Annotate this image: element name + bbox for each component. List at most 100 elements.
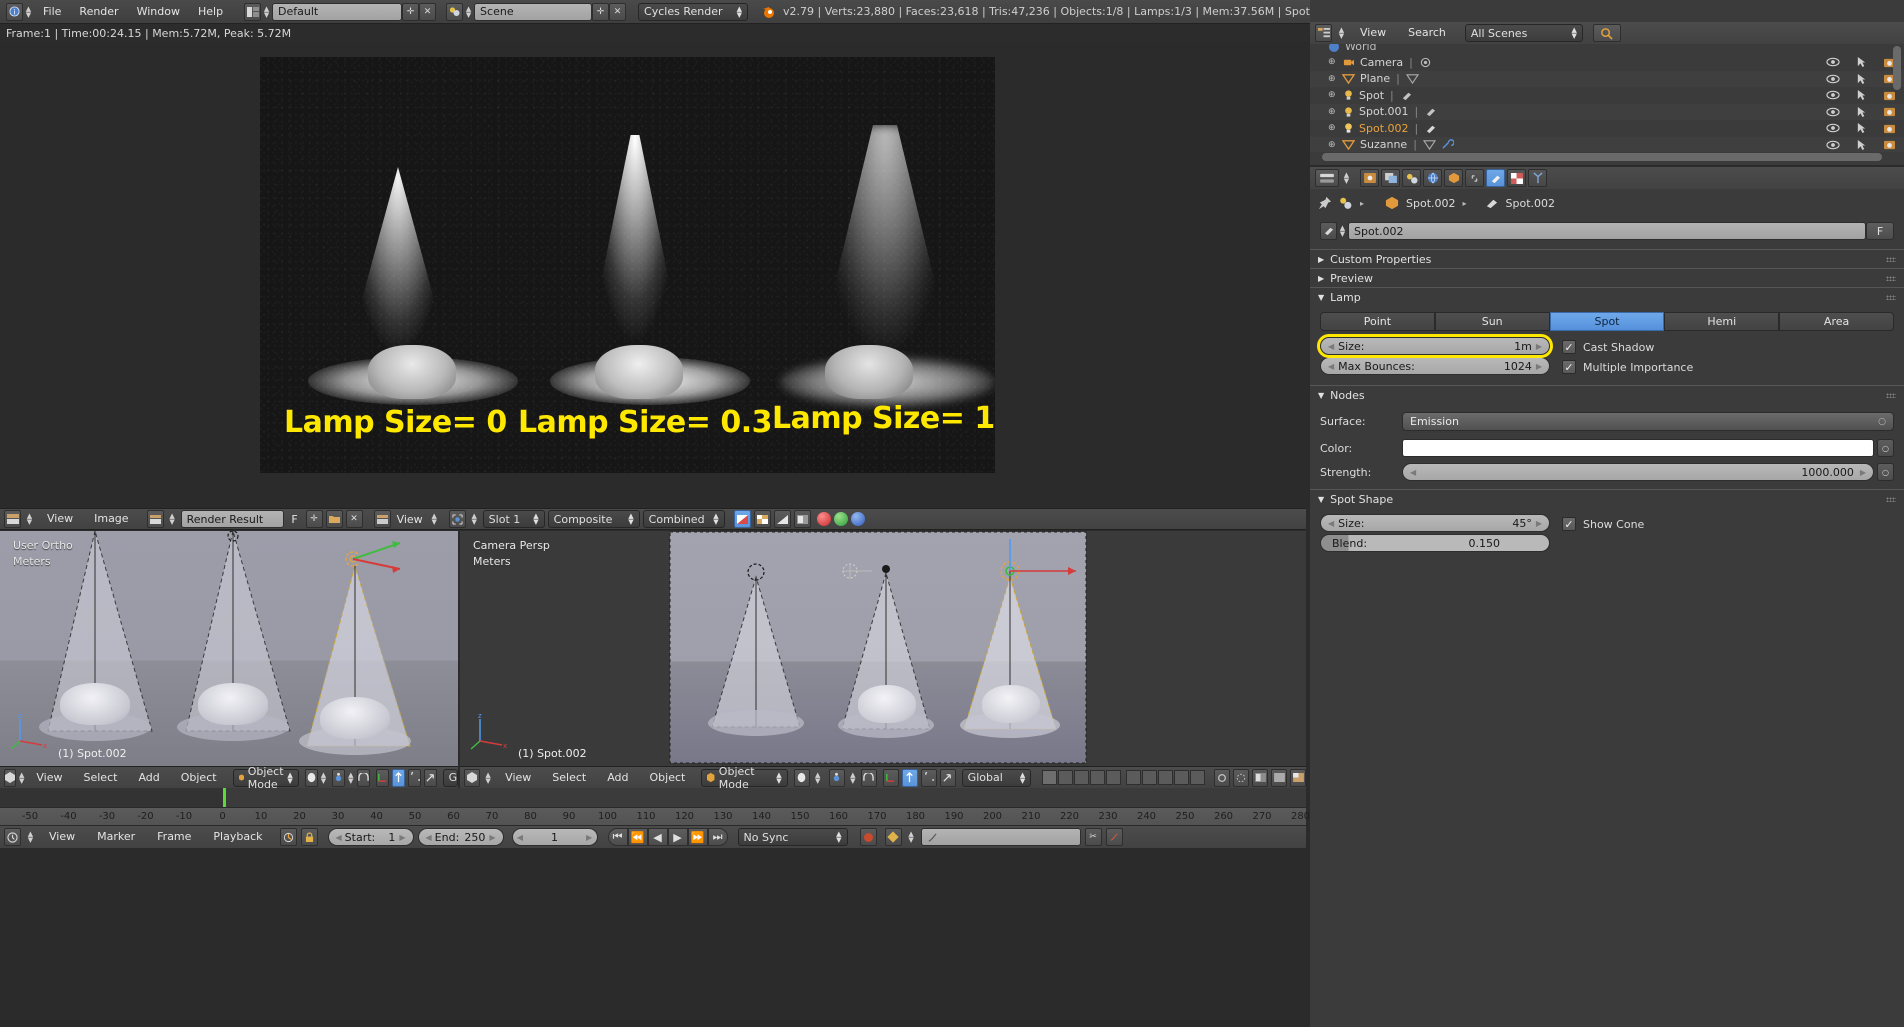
tab-render-icon[interactable] <box>1360 169 1379 187</box>
sync-mode-select[interactable]: No Sync ▲ ▼ <box>737 828 848 846</box>
image-datablock-icon[interactable] <box>146 510 164 528</box>
restrict-select-icon-6[interactable] <box>1856 139 1867 151</box>
preview-grip[interactable] <box>1886 276 1896 281</box>
vp1-shading-spinner[interactable]: ▲ ▼ <box>321 771 326 784</box>
previous-keyframe-button[interactable]: ⏪ <box>627 828 648 846</box>
restrict-render-icon-4[interactable] <box>1883 106 1896 117</box>
lock-keyframe-icon[interactable] <box>300 828 318 846</box>
outliner-vertical-scrollbar[interactable] <box>1893 46 1901 90</box>
color-swatch[interactable] <box>1402 439 1874 457</box>
outliner-row-plane[interactable]: ⊕ Plane | <box>1310 70 1904 87</box>
expand-toggle-plane[interactable]: ⊕ <box>1328 74 1336 84</box>
timeline-menu-playback[interactable]: Playback <box>204 826 271 848</box>
play-button[interactable]: ▶ <box>667 828 688 846</box>
menu-file[interactable]: File <box>34 1 70 23</box>
expand-toggle-spot-002[interactable]: ⊕ <box>1328 123 1336 133</box>
render-layer-select[interactable]: Composite ▲ ▼ <box>547 510 640 528</box>
frame-start-field[interactable]: ◀ Start: 1 ▶ <box>327 828 414 846</box>
vp2-pivot-icon[interactable] <box>828 768 845 787</box>
image-fake-user-label[interactable]: F <box>287 513 303 526</box>
render-slot-pivot-icon[interactable] <box>448 510 466 528</box>
restrict-view-icon-5[interactable] <box>1826 123 1840 133</box>
menu-window[interactable]: Window <box>128 1 189 23</box>
vp1-pivot-icon[interactable] <box>332 768 346 787</box>
cast-shadow-row[interactable]: ✓ Cast Shadow <box>1562 337 1693 357</box>
restrict-select-icon-3[interactable] <box>1856 89 1867 101</box>
outliner-row-toggles-camera[interactable] <box>1826 54 1896 71</box>
outliner-menu-search[interactable]: Search <box>1399 22 1455 44</box>
vp1-orientation-select[interactable]: Glob <box>442 768 458 787</box>
restrict-view-icon-6[interactable] <box>1826 140 1840 150</box>
editor-type-image-icon[interactable] <box>4 510 21 528</box>
unlink-image-icon[interactable]: ✕ <box>345 510 363 528</box>
panel-custom-properties[interactable]: ▶ Custom Properties <box>1310 249 1904 268</box>
outliner-row-toggles-spot[interactable] <box>1826 87 1896 104</box>
screen-layout-field[interactable]: Default <box>272 2 403 21</box>
breadcrumb-object[interactable]: Spot.002 <box>1406 197 1456 210</box>
lamp-type-sun[interactable]: Sun <box>1434 312 1550 331</box>
strength-node-link-button[interactable]: ○ <box>1877 463 1894 481</box>
cast-shadow-checkbox[interactable]: ✓ <box>1562 340 1576 354</box>
viewport-user-ortho[interactable]: User Ortho Meters z x (1) Spot.002 <box>0 531 458 766</box>
vp2-shading-mode-icon[interactable] <box>1271 768 1288 787</box>
tab-world-icon[interactable] <box>1423 169 1442 187</box>
scene-browse-spinner[interactable]: ▲ ▼ <box>463 5 474 18</box>
new-image-icon[interactable]: ✛ <box>305 510 323 528</box>
image-datablock-field[interactable]: Render Result <box>180 510 284 528</box>
lamp-datablock-icon[interactable] <box>1320 222 1337 240</box>
timeline-playhead[interactable] <box>223 788 226 807</box>
restrict-view-icon-4[interactable] <box>1826 107 1840 117</box>
render-slot-select[interactable]: Slot 1 ▲ ▼ <box>482 510 545 528</box>
jump-to-end-button[interactable]: ⏭ <box>707 828 728 846</box>
multiple-importance-row[interactable]: ✓ Multiple Importance <box>1562 357 1693 377</box>
show-cone-row[interactable]: ✓ Show Cone <box>1562 514 1644 534</box>
outliner-row-toggles-spot-001[interactable] <box>1826 104 1896 121</box>
next-keyframe-button[interactable]: ⏩ <box>687 828 708 846</box>
expand-toggle-suzanne[interactable]: ⊕ <box>1328 140 1336 150</box>
vp2-pivot-spinner[interactable]: ▲ ▼ <box>848 771 858 784</box>
vp1-shading-icon[interactable] <box>304 768 318 787</box>
vp1-transform-gizmo[interactable] <box>348 538 428 586</box>
pin-icon[interactable] <box>1318 196 1332 210</box>
strength-field[interactable]: ◀ 1000.000 ▶ <box>1402 463 1874 481</box>
remove-keyframe-icon[interactable] <box>1105 828 1123 846</box>
playback-controls[interactable]: ⏮ ⏪ ◀ ▶ ⏩ ⏭ <box>607 828 728 846</box>
tab-scene-icon[interactable] <box>1402 169 1421 187</box>
delete-scene-icon[interactable]: ✕ <box>609 2 627 21</box>
outliner-editor-type-spinner[interactable]: ▲ ▼ <box>1336 27 1347 40</box>
panel-preview[interactable]: ▶ Preview <box>1310 268 1904 287</box>
properties-editor-type-icon[interactable] <box>1315 169 1339 187</box>
vp2-mode-select[interactable]: Object Mode ▲ ▼ <box>701 767 788 788</box>
expand-toggle-camera[interactable]: ⊕ <box>1328 57 1336 67</box>
play-reverse-button[interactable]: ◀ <box>647 828 668 846</box>
custom-properties-grip[interactable] <box>1886 257 1896 262</box>
image-view-spinner[interactable]: ▲ ▼ <box>429 513 440 526</box>
lamp-type-point[interactable]: Point <box>1320 312 1435 331</box>
timeline-strip[interactable] <box>0 788 1306 807</box>
open-image-icon[interactable] <box>325 510 343 528</box>
surface-select[interactable]: Emission ○ <box>1402 412 1894 431</box>
channel-red-icon[interactable] <box>816 512 831 526</box>
tab-particles-icon[interactable] <box>1528 169 1547 187</box>
tab-render-layers-icon[interactable] <box>1381 169 1400 187</box>
menu-render[interactable]: Render <box>70 1 127 23</box>
restrict-select-icon-2[interactable] <box>1856 73 1867 85</box>
vp1-menu-view[interactable]: View <box>27 767 71 788</box>
panel-lamp[interactable]: ▼ Lamp <box>1310 287 1904 306</box>
vp2-snap-icon[interactable] <box>860 768 877 787</box>
image-datablock-spinner[interactable]: ▲ ▼ <box>167 513 178 526</box>
auto-keyframe-icon[interactable] <box>279 828 297 846</box>
outliner-editor-type-icon[interactable] <box>1315 24 1332 42</box>
vp1-mode-select[interactable]: Object Mode ▲ ▼ <box>232 767 299 788</box>
render-engine-select[interactable]: Cycles Render ▲ ▼ <box>638 2 749 21</box>
timeline-menu-view[interactable]: View <box>40 826 84 848</box>
lamp-name-field[interactable]: Spot.002 <box>1348 222 1866 240</box>
vp1-menu-select[interactable]: Select <box>75 767 127 788</box>
fake-user-button[interactable]: F <box>1866 222 1894 240</box>
editor-type-info-icon[interactable]: i <box>6 2 23 21</box>
render-slot-spinner[interactable]: ▲ ▼ <box>469 513 480 526</box>
vp1-editor-type-spinner[interactable]: ▲ ▼ <box>19 771 24 784</box>
timeline-ruler[interactable]: -50 -40 -30 -20 -10 0 10 20 30 40 50 60 70 80 90 100 110… <box>0 807 1310 826</box>
image-menu-view[interactable]: View <box>38 508 82 530</box>
vp2-editor-type-spinner[interactable]: ▲ ▼ <box>483 771 493 784</box>
